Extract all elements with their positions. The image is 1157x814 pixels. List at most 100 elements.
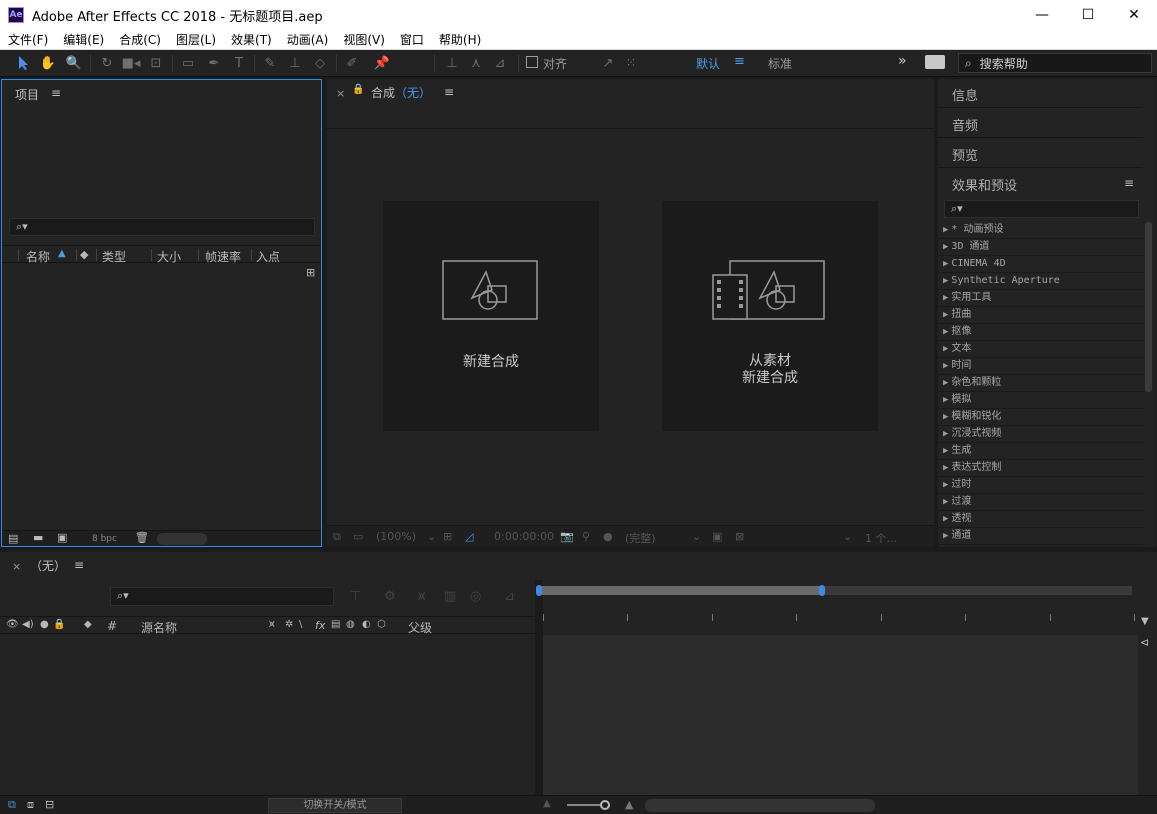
new-comp-from-footage-card[interactable]: 从素材 新建合成 [662, 201, 878, 431]
effects-switch-icon[interactable]: fx [315, 619, 325, 632]
column-source-name[interactable]: 源名称 [141, 619, 177, 636]
menu-edit[interactable]: 编辑(E) [55, 31, 111, 48]
column-name[interactable]: 名称 [26, 248, 50, 265]
resolution-dropdown[interactable]: (完整) [625, 530, 656, 546]
list-item[interactable]: ▶ 实用工具 [938, 290, 1143, 307]
toggle-switches-modes-button[interactable]: 切换开关/模式 [268, 798, 402, 813]
lock-icon[interactable]: 🔒 [352, 84, 364, 95]
delete-icon[interactable]: 🗑 [135, 531, 149, 544]
rotate-tool-icon[interactable]: ↻ [97, 53, 117, 73]
list-item[interactable]: ▶ 表达式控制 [938, 460, 1143, 477]
comp-flowchart-icon[interactable]: ⊤ [350, 589, 361, 604]
zoom-out-icon[interactable]: ▲ [543, 798, 551, 809]
list-item[interactable]: ▶ 过渡 [938, 494, 1143, 511]
maximize-button[interactable]: ☐ [1065, 0, 1111, 30]
zoom-to-frame-icon[interactable]: ⊲ [1140, 636, 1149, 649]
more-workspaces-icon[interactable]: » [898, 53, 907, 69]
hand-tool-icon[interactable]: ✋ [38, 53, 58, 73]
toggle-mask-icon[interactable]: ⊠ [735, 530, 744, 543]
chevron-down-icon[interactable]: ⌄ [692, 530, 701, 543]
show-snapshot-icon[interactable]: ⚲ [582, 530, 590, 543]
minimize-button[interactable]: — [1019, 0, 1065, 30]
snap-grid-icon[interactable]: ⁙ [621, 53, 641, 73]
column-parent[interactable]: 父级 [408, 619, 432, 636]
motion-blur-icon[interactable]: ◎ [470, 589, 481, 604]
timeline-search-input[interactable]: ⌕▾ [110, 587, 334, 606]
time-zoom-slider-handle[interactable] [600, 800, 610, 810]
pen-tool-icon[interactable]: ✒ [204, 53, 224, 73]
draft-3d-icon[interactable]: ⚙ [384, 589, 396, 604]
new-folder-icon[interactable]: ▬ [33, 531, 43, 544]
list-item[interactable]: ▶ 杂色和颗粒 [938, 375, 1143, 392]
menu-layer[interactable]: 图层(L) [168, 31, 223, 48]
work-area-end-handle[interactable] [819, 585, 825, 596]
menu-view[interactable]: 视图(V) [335, 31, 392, 48]
zoom-tool-icon[interactable]: 🔍 [64, 53, 84, 73]
align-checkbox[interactable] [526, 56, 538, 68]
column-layer-number[interactable]: # [107, 619, 117, 633]
menu-composition[interactable]: 合成(C) [111, 31, 168, 48]
lock-icon[interactable]: 🔒 [53, 619, 65, 630]
rectangle-tool-icon[interactable]: ▭ [178, 53, 198, 73]
in-out-duration-icon[interactable]: ⊟ [45, 798, 54, 811]
project-panel-title[interactable]: 项目 [15, 86, 39, 103]
list-item[interactable]: ▶ 抠像 [938, 324, 1143, 341]
effects-search-input[interactable]: ⌕▾ [944, 200, 1139, 218]
puppet-tool-icon[interactable]: 📌 [372, 53, 392, 73]
video-eye-icon[interactable]: 👁 [6, 619, 19, 630]
new-composition-icon[interactable]: ▣ [57, 531, 67, 544]
composition-tab-label[interactable]: 合成 [371, 84, 395, 101]
graph-editor-icon[interactable]: ⊿ [504, 589, 515, 604]
zoom-level-dropdown[interactable]: (100%) [376, 530, 416, 543]
help-search-field[interactable]: ⌕ 搜索帮助 [958, 53, 1152, 73]
menu-effect[interactable]: 效果(T) [223, 31, 279, 48]
adjustment-switch-icon[interactable]: ◐ [362, 619, 371, 630]
timeline-track-area[interactable] [543, 635, 1138, 795]
time-ruler[interactable] [543, 602, 1138, 632]
type-tool-icon[interactable]: T [229, 53, 249, 73]
chevron-down-icon[interactable]: ⌄ [427, 530, 436, 543]
workspace-standard-tab[interactable]: 标准 [768, 55, 792, 72]
list-item[interactable]: ▶ 通道 [938, 528, 1143, 545]
shy-layers-icon[interactable]: ⩙ [418, 589, 425, 604]
layer-switches-icon[interactable]: ⧉ [8, 798, 16, 812]
composition-tab-value[interactable]: （无） [395, 84, 431, 101]
panel-menu-icon[interactable]: ≡ [74, 558, 84, 572]
list-item[interactable]: ▶ 扭曲 [938, 307, 1143, 324]
menu-help[interactable]: 帮助(H) [431, 31, 488, 48]
list-item[interactable]: ▶ 模糊和锐化 [938, 409, 1143, 426]
region-of-interest-icon[interactable]: ⊞ [443, 530, 452, 543]
column-in-point[interactable]: 入点 [256, 248, 280, 265]
monitor-icon[interactable]: ▭ [353, 530, 363, 543]
zoom-in-icon[interactable]: ▲ [625, 798, 633, 811]
selection-tool-icon[interactable] [14, 53, 34, 73]
list-item[interactable]: ▶ 透视 [938, 511, 1143, 528]
project-search-input[interactable]: ⌕▾ [9, 218, 315, 236]
frame-blending-icon[interactable]: ▥ [444, 589, 456, 604]
list-item[interactable]: ▶ 过时 [938, 477, 1143, 494]
list-item[interactable]: ▶ Synthetic Aperture [938, 273, 1143, 290]
clone-stamp-tool-icon[interactable]: ⊥ [285, 53, 305, 73]
panel-menu-icon[interactable]: ≡ [444, 85, 454, 99]
vertical-scrollbar[interactable] [1145, 222, 1152, 392]
preview-panel-tab[interactable]: 预览 [938, 139, 1143, 168]
interpret-footage-icon[interactable]: ▤ [8, 532, 18, 545]
frame-blend-switch-icon[interactable]: ▤ [331, 619, 340, 630]
audio-panel-tab[interactable]: 音频 [938, 109, 1143, 138]
motion-blur-switch-icon[interactable]: ◍ [346, 619, 355, 630]
label-tag-icon[interactable]: ◆ [80, 248, 88, 261]
eraser-tool-icon[interactable]: ◇ [310, 53, 330, 73]
collapse-switch-icon[interactable]: ✲ [285, 619, 293, 630]
close-tab-icon[interactable]: × [12, 560, 21, 573]
list-item[interactable]: ▶ CINEMA 4D [938, 256, 1143, 273]
workspace-menu-icon[interactable]: ≡ [734, 54, 745, 69]
local-axis-icon[interactable]: ⊥ [442, 53, 462, 73]
3d-layer-switch-icon[interactable]: ⬡ [377, 619, 386, 630]
menu-animation[interactable]: 动画(A) [279, 31, 336, 48]
view-axis-icon[interactable]: ⊿ [490, 53, 510, 73]
list-item[interactable]: ▶ 文本 [938, 341, 1143, 358]
horizontal-scrollbar[interactable] [157, 533, 207, 545]
view-layout-dropdown[interactable]: 1 个... [865, 530, 897, 546]
effects-presets-panel-tab[interactable]: 效果和预设 ≡ [938, 169, 1143, 198]
column-frame-rate[interactable]: 帧速率 [205, 248, 241, 265]
